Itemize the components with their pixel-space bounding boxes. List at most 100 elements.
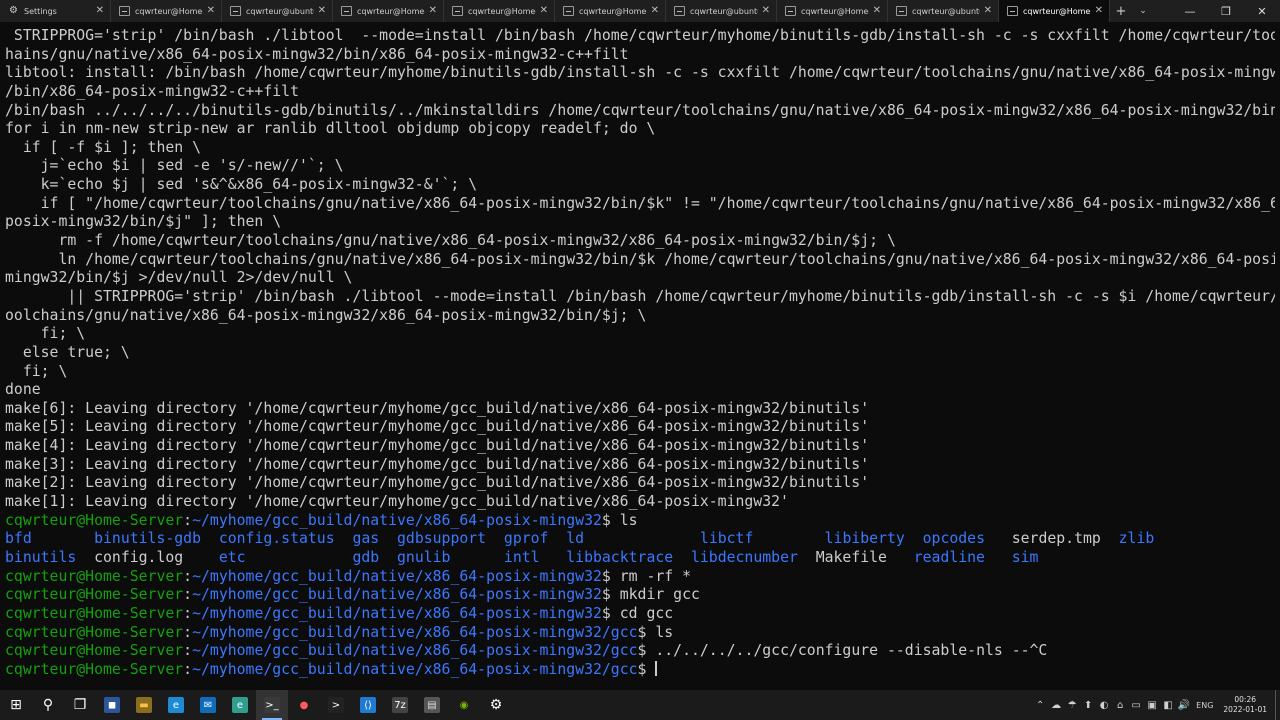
microphone-icon-button[interactable]: ● xyxy=(288,690,320,720)
output-line: for i in nm-new strip-new ar ranlib dllt… xyxy=(5,120,656,138)
tab-6[interactable]: cqwrteur@ubuntu ✕ xyxy=(666,0,777,22)
close-icon[interactable]: ✕ xyxy=(207,6,215,16)
explorer-window-icon-button[interactable]: ▤ xyxy=(416,690,448,720)
chevron-up-icon[interactable]: ⌃ xyxy=(1032,690,1048,720)
start-icon-button[interactable]: ⊞ xyxy=(0,690,32,720)
battery-icon[interactable]: ▭ xyxy=(1128,690,1144,720)
close-icon[interactable]: ✕ xyxy=(984,6,992,16)
minimize-button[interactable]: — xyxy=(1172,0,1208,22)
console-icon-button[interactable]: > xyxy=(320,690,352,720)
prompt-colon: : xyxy=(183,604,193,622)
clock-date: 2022-01-01 xyxy=(1223,705,1267,714)
ls-directory: libdecnumber xyxy=(690,548,816,566)
prompt-path: ~/myhome/gcc_build/native/x86_64-posix-m… xyxy=(192,567,602,585)
app-tray-icon[interactable]: ◧ xyxy=(1160,690,1176,720)
prompt-line: cqwrteur@Home-Server:~/myhome/gcc_build/… xyxy=(5,660,1275,680)
file-explorer-icon-button[interactable]: ▬ xyxy=(128,690,160,720)
command-text: cd gcc xyxy=(619,604,674,622)
ls-file: Makefile xyxy=(815,548,914,566)
output-line: j=`echo $i | sed -e 's/-new//'`; \ xyxy=(5,157,344,175)
close-icon[interactable]: ✕ xyxy=(762,6,770,16)
upload-icon[interactable]: ⬆ xyxy=(1080,690,1096,720)
ls-directory: readline xyxy=(913,548,1012,566)
prompt-path: ~/myhome/gcc_build/native/x86_64-posix-m… xyxy=(192,511,602,529)
tab-8[interactable]: cqwrteur@ubuntu ✕ xyxy=(888,0,999,22)
tab-bar-spacer xyxy=(1154,0,1172,22)
settings-gear-icon-button[interactable]: ⚙ xyxy=(480,690,512,720)
clock-time: 00:26 xyxy=(1234,695,1257,704)
show-desktop-button[interactable] xyxy=(1275,690,1280,720)
microphone-icon: ● xyxy=(299,699,309,711)
volume-icon[interactable]: 🔊 xyxy=(1176,690,1192,720)
close-icon[interactable]: ✕ xyxy=(540,6,548,16)
tab-2[interactable]: cqwrteur@ubuntu ✕ xyxy=(222,0,333,22)
language-indicator[interactable]: ENG xyxy=(1192,701,1217,710)
search-icon-button[interactable]: ⚲ xyxy=(32,690,64,720)
ls-directory: gprof xyxy=(503,530,567,548)
tab-1[interactable]: cqwrteur@Home- ✕ xyxy=(111,0,222,22)
tab-4[interactable]: cqwrteur@Home- ✕ xyxy=(444,0,555,22)
onedrive-icon[interactable]: ☁ xyxy=(1048,690,1064,720)
tab-0[interactable]: ⚙ Settings ✕ xyxy=(0,0,111,22)
output-line: make[5]: Leaving directory '/home/cqwrte… xyxy=(5,418,870,436)
output-line: || STRIPPROG='strip' /bin/bash ./libtool… xyxy=(5,287,1275,305)
tab-dropdown-button[interactable]: ⌄ xyxy=(1132,0,1154,22)
security-icon[interactable]: ☂ xyxy=(1064,690,1080,720)
start-icon: ⊞ xyxy=(10,697,22,713)
ls-directory: libiberty xyxy=(824,530,923,548)
mail-icon-button[interactable]: ✉ xyxy=(192,690,224,720)
7zip-icon-button[interactable]: 7z xyxy=(384,690,416,720)
close-icon[interactable]: ✕ xyxy=(429,6,437,16)
terminal-icon-button[interactable]: >_ xyxy=(256,690,288,720)
prompt-path: ~/myhome/gcc_build/native/x86_64-posix-m… xyxy=(192,586,602,604)
prompt-colon: : xyxy=(183,586,193,604)
clock[interactable]: 00:26 2022-01-01 xyxy=(1217,695,1275,715)
ls-directory: ld xyxy=(566,530,700,548)
tab-3[interactable]: cqwrteur@Home- ✕ xyxy=(333,0,444,22)
store-icon-button[interactable]: ◼ xyxy=(96,690,128,720)
edge-icon-button[interactable]: e xyxy=(160,690,192,720)
close-icon[interactable]: ✕ xyxy=(651,6,659,16)
close-icon[interactable]: ✕ xyxy=(873,6,881,16)
close-icon[interactable]: ✕ xyxy=(96,6,104,16)
display-icon[interactable]: ◐ xyxy=(1096,690,1112,720)
terminal-window[interactable]: STRIPPROG='strip' /bin/bash ./libtool --… xyxy=(0,22,1280,690)
ls-directory: sim xyxy=(1011,548,1039,566)
tab-7[interactable]: cqwrteur@Home- ✕ xyxy=(777,0,888,22)
edge-beta-icon: e xyxy=(232,697,248,713)
7zip-icon: 7z xyxy=(392,697,408,713)
prompt-user-host: cqwrteur@Home-Server xyxy=(5,642,184,660)
ls-directory: libctf xyxy=(699,530,825,548)
store-icon: ◼ xyxy=(104,697,120,713)
task-view-icon-button[interactable]: ❐ xyxy=(64,690,96,720)
tab-label: cqwrteur@Home- xyxy=(1023,6,1091,16)
prompt-user-host: cqwrteur@Home-Server xyxy=(5,586,184,604)
network-icon[interactable]: ⌂ xyxy=(1112,690,1128,720)
nvidia-icon-button[interactable]: ◉ xyxy=(448,690,480,720)
prompt-colon: : xyxy=(183,567,193,585)
prompt-line: cqwrteur@Home-Server:~/myhome/gcc_build/… xyxy=(5,512,1275,531)
ls-output-row: bfd binutils-gdb config.status gas gdbsu… xyxy=(5,530,1275,549)
close-icon[interactable]: ✕ xyxy=(318,6,326,16)
terminal-icon xyxy=(785,6,796,16)
tab-label: cqwrteur@Home- xyxy=(135,6,203,16)
ls-directory: config.status xyxy=(218,530,353,548)
vscode-icon-button[interactable]: ⟨⟩ xyxy=(352,690,384,720)
prompt-colon: : xyxy=(183,642,193,660)
output-line: /bin/bash ../../../../binutils-gdb/binut… xyxy=(5,101,1275,119)
text-cursor[interactable] xyxy=(655,660,658,676)
output-line: else true; \ xyxy=(5,343,130,361)
tab-9[interactable]: cqwrteur@Home- ✕ xyxy=(999,0,1110,22)
maximize-button[interactable]: ❐ xyxy=(1208,0,1244,22)
output-line: if [ "/home/cqwrteur/toolchains/gnu/nati… xyxy=(5,194,1275,212)
ls-directory: etc xyxy=(218,548,353,566)
tab-5[interactable]: cqwrteur@Home- ✕ xyxy=(555,0,666,22)
mail-icon: ✉ xyxy=(200,697,216,713)
terminal-icon xyxy=(1007,6,1018,16)
edge-beta-icon-button[interactable]: e xyxy=(224,690,256,720)
monitor-icon[interactable]: ▣ xyxy=(1144,690,1160,720)
close-window-button[interactable]: ✕ xyxy=(1244,0,1280,22)
output-line: rm -f /home/cqwrteur/toolchains/gnu/nati… xyxy=(5,232,896,250)
close-icon[interactable]: ✕ xyxy=(1095,6,1103,16)
new-tab-button[interactable]: + xyxy=(1110,0,1132,22)
